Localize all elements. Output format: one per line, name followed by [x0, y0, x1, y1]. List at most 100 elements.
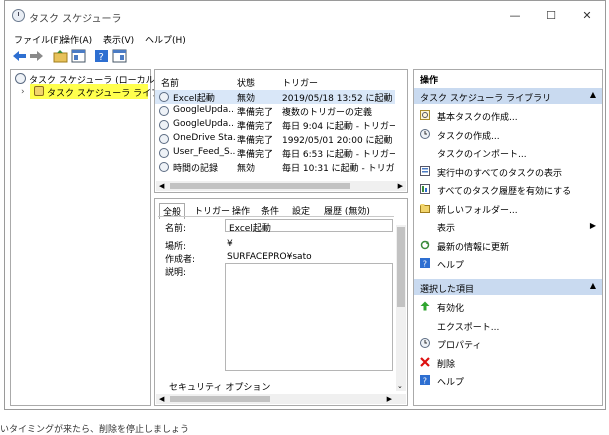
table-row[interactable]: Excel起動 無効 2019/05/18 13:52 に起動 - トリガー: [155, 90, 395, 104]
scroll-thumb[interactable]: [170, 396, 270, 402]
action-item[interactable]: ? ヘルプ: [414, 254, 602, 272]
name-value: Excel起動: [229, 224, 271, 234]
task-name: 時間の記録: [173, 164, 219, 174]
action-item-label: 表示: [437, 224, 456, 234]
back-arrow-icon[interactable]: [12, 49, 27, 63]
action-item-label: ヘルプ: [437, 261, 465, 271]
action-item-label: ヘルプ: [437, 378, 465, 388]
up-folder-icon[interactable]: [53, 49, 68, 63]
svg-text:?: ?: [99, 52, 104, 63]
title-bar[interactable]: タスク スケジューラ — ☐ ✕: [5, 1, 605, 31]
action-item-label: エクスポート...: [437, 322, 500, 333]
task-status: 準備完了: [237, 136, 274, 146]
action-item[interactable]: 最新の情報に更新: [414, 236, 602, 254]
action-item-label: すべてのタスク履歴を有効にする: [437, 187, 572, 197]
task-trigger: 毎日 10:31 に起動 - トリガーされた後: [282, 164, 395, 174]
name-field[interactable]: Excel起動: [225, 219, 393, 234]
action-item[interactable]: ? ヘルプ: [414, 371, 602, 389]
close-button[interactable]: ✕: [577, 7, 597, 25]
svg-text:?: ?: [423, 377, 427, 386]
task-list-header: 名前 状態 トリガー: [155, 74, 407, 89]
table-row[interactable]: User_Feed_S...準備完了毎日 6:53 に起動 - トリガーの有効期: [155, 146, 395, 160]
svg-text:?: ?: [423, 260, 427, 269]
action-item[interactable]: エクスポート...: [414, 316, 602, 334]
actions-pane: 操作 タスク スケジューラ ライブラリ ▲ 基本タスクの作成... タスクの作成.…: [413, 69, 603, 406]
action-item[interactable]: 表示 ▶: [414, 217, 602, 235]
action-item-label: 最新の情報に更新: [437, 242, 510, 253]
tab-divider: [158, 216, 394, 217]
clock-icon: [15, 73, 26, 84]
center-pane: 名前 状態 トリガー Excel起動 無効 2019/05/18 13:52 に起動…: [154, 69, 408, 406]
column-status[interactable]: 状態: [237, 76, 255, 89]
menu-view[interactable]: 表示(V): [103, 33, 134, 46]
collapse-icon[interactable]: ▲: [590, 281, 596, 290]
task-scheduler-window: タスク スケジューラ — ☐ ✕ ファイル(F) 操作(A) 表示(V) ヘルプ…: [4, 0, 606, 410]
description-label: 説明:: [165, 268, 187, 278]
task-trigger: 毎日 6:53 に起動 - トリガーの有効期: [282, 150, 395, 160]
task-status: 準備完了: [237, 150, 274, 160]
menu-bar: ファイル(F) 操作(A) 表示(V) ヘルプ(H): [5, 31, 605, 47]
table-row[interactable]: GoogleUpda...準備完了毎日 9:04 に起動 - トリガーされた後: [155, 118, 395, 132]
scroll-left-icon[interactable]: ◀: [159, 396, 164, 403]
section-selected-label: 選択した項目: [420, 285, 475, 295]
forward-arrow-icon[interactable]: [29, 49, 44, 63]
show-hide-tree-icon[interactable]: [71, 49, 86, 63]
action-item[interactable]: 基本タスクの作成...: [414, 106, 602, 124]
action-item[interactable]: 削除: [414, 353, 602, 371]
toolbar: ?: [5, 47, 605, 67]
section-selected[interactable]: 選択した項目 ▲: [414, 279, 602, 295]
action-item[interactable]: 実行中のすべてのタスクの表示: [414, 162, 602, 180]
task-name: OneDrive Sta...: [173, 133, 235, 143]
description-field[interactable]: [225, 263, 393, 371]
minimize-button[interactable]: —: [505, 7, 525, 25]
column-name[interactable]: 名前: [161, 76, 179, 89]
location-label: 場所:: [165, 242, 187, 252]
menu-action[interactable]: 操作(A): [61, 33, 92, 46]
action-item[interactable]: タスクの作成...: [414, 125, 602, 143]
action-item[interactable]: すべてのタスク履歴を有効にする: [414, 180, 602, 198]
horizontal-scrollbar[interactable]: ◀ ▶: [156, 181, 406, 191]
chevron-right-icon[interactable]: ›: [21, 87, 25, 97]
actions-header-label: 操作: [420, 76, 439, 86]
scroll-thumb[interactable]: [170, 183, 350, 189]
detail-pane: 全般 トリガー 操作 条件 設定 履歴 (無効) 名前: Excel起動 場所:…: [154, 198, 408, 406]
menu-help[interactable]: ヘルプ(H): [145, 33, 186, 46]
tree-library-selected[interactable]: タスク スケジューラ ライブラリ: [30, 84, 178, 99]
column-trigger[interactable]: トリガー: [282, 76, 318, 89]
action-item[interactable]: プロパティ: [414, 334, 602, 352]
collapse-icon[interactable]: ▲: [590, 90, 596, 99]
show-action-pane-icon[interactable]: [112, 49, 127, 63]
task-list: 名前 状態 トリガー Excel起動 無効 2019/05/18 13:52 に起動…: [154, 69, 408, 193]
section-library-label: タスク スケジューラ ライブラリ: [420, 94, 552, 104]
action-item[interactable]: 有効化: [414, 297, 602, 315]
scroll-right-icon[interactable]: ▶: [398, 183, 403, 190]
vscroll-thumb[interactable]: [397, 227, 405, 307]
actions-header: 操作: [414, 70, 602, 86]
maximize-button[interactable]: ☐: [541, 7, 561, 25]
action-item[interactable]: タスクのインポート...: [414, 143, 602, 161]
task-icon: [159, 148, 169, 158]
table-row[interactable]: GoogleUpda... 準備完了 複数のトリガーの定義: [155, 104, 395, 118]
table-row[interactable]: OneDrive Sta... 準備完了 1992/05/01 20:00 に起動 …: [155, 132, 395, 146]
task-trigger: 複数のトリガーの定義: [282, 108, 373, 118]
action-item[interactable]: 新しいフォルダー...: [414, 199, 602, 217]
help-icon[interactable]: ?: [94, 49, 109, 63]
scroll-down-icon[interactable]: ⌄: [397, 383, 403, 390]
scroll-right-icon[interactable]: ▶: [387, 396, 392, 403]
scroll-left-icon[interactable]: ◀: [159, 183, 164, 190]
action-item-label: 基本タスクの作成...: [437, 113, 518, 123]
menu-file[interactable]: ファイル(F): [14, 33, 62, 46]
table-row[interactable]: 時間の記録 無効 毎日 10:31 に起動 - トリガーされた後: [155, 160, 395, 174]
task-name: GoogleUpda...: [173, 105, 235, 115]
action-item-label: 実行中のすべてのタスクの表示: [437, 168, 563, 179]
task-icon: [159, 106, 169, 116]
task-trigger: 毎日 9:04 に起動 - トリガーされた後: [282, 122, 395, 132]
task-icon: [159, 134, 169, 144]
submenu-arrow-icon: ▶: [589, 221, 596, 230]
detail-hscrollbar[interactable]: ◀ ▶: [156, 394, 406, 404]
vertical-scrollbar[interactable]: ⌄: [396, 225, 406, 391]
section-library[interactable]: タスク スケジューラ ライブラリ ▲: [414, 88, 602, 104]
task-trigger: 1992/05/01 20:00 に起動 - トリガー: [282, 136, 395, 146]
action-item-label: 新しいフォルダー...: [437, 205, 518, 216]
location-value: ¥: [227, 239, 233, 249]
